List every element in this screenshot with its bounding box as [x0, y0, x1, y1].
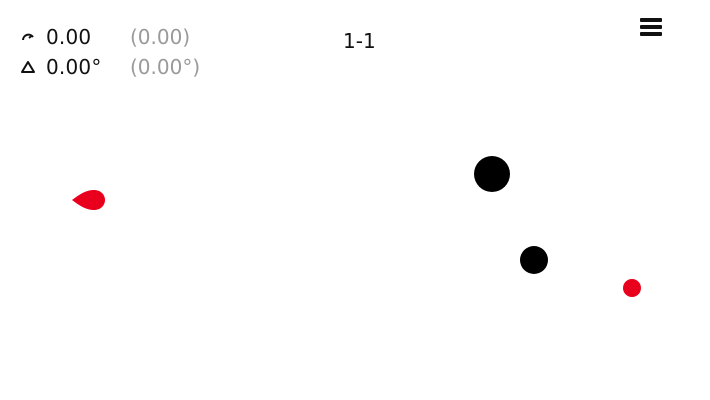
angle-readout: 0.00° (0.00°) — [20, 55, 200, 79]
obstacle-large — [474, 156, 510, 192]
angle-best: (0.00°) — [130, 55, 201, 79]
obstacle-small — [520, 246, 548, 274]
player-ball[interactable] — [72, 190, 105, 210]
target-hole — [623, 279, 641, 297]
speed-readout: 0.00 (0.00) — [20, 25, 190, 49]
gauge-icon — [20, 29, 36, 45]
speed-best: (0.00) — [130, 25, 191, 49]
hamburger-menu-icon[interactable] — [640, 18, 662, 38]
angle-icon — [20, 59, 36, 75]
level-label: 1-1 — [343, 29, 376, 53]
angle-value: 0.00° — [46, 55, 102, 79]
speed-value: 0.00 — [46, 25, 92, 49]
